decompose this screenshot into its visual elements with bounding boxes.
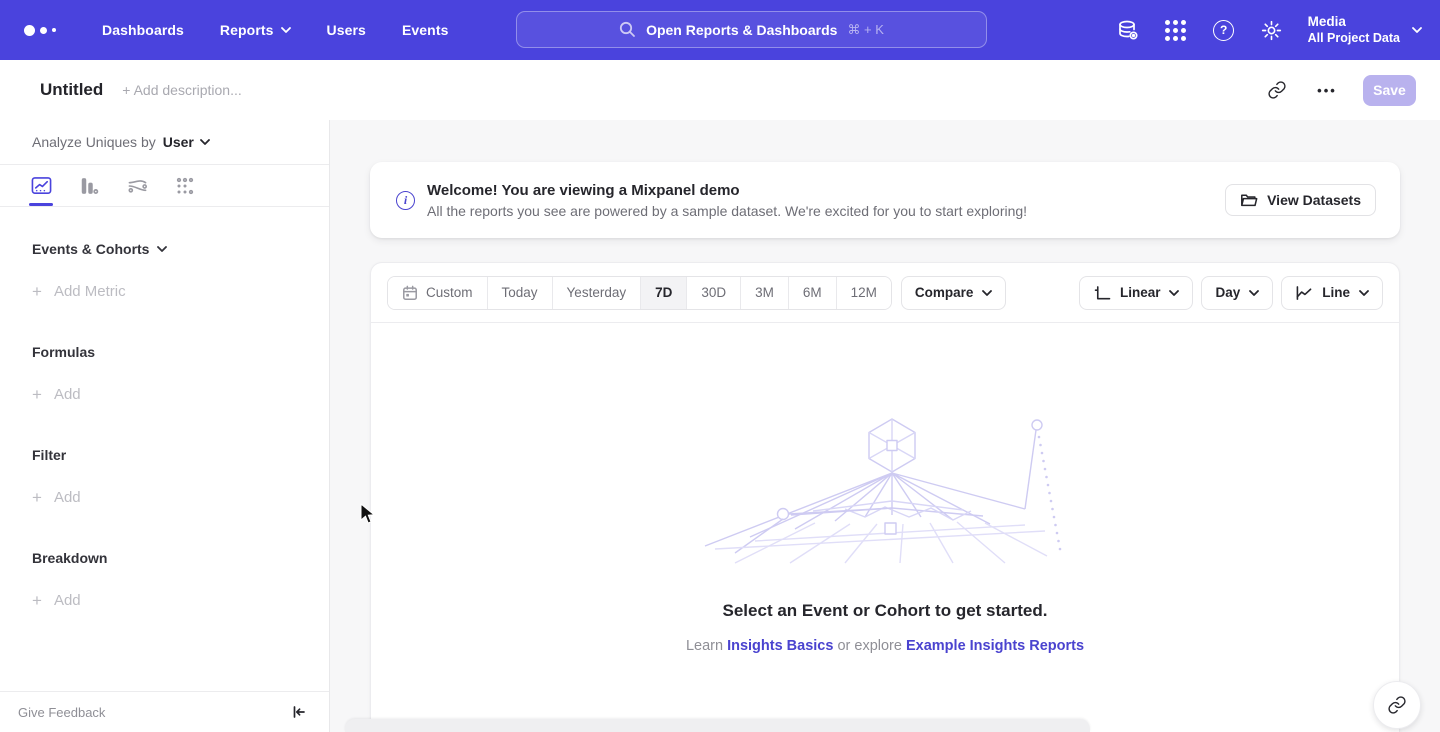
line-chart-icon bbox=[31, 176, 52, 196]
range-custom[interactable]: Custom bbox=[388, 277, 488, 309]
add-breakdown-button[interactable]: + Add bbox=[32, 592, 297, 609]
tab-line-chart[interactable] bbox=[30, 165, 52, 206]
chevron-down-icon bbox=[200, 139, 210, 145]
range-yesterday[interactable]: Yesterday bbox=[553, 277, 642, 309]
nav-events[interactable]: Events bbox=[402, 22, 449, 38]
analyze-by-dropdown[interactable]: User bbox=[163, 134, 210, 150]
breakdown-header: Breakdown bbox=[32, 550, 297, 566]
empty-state-illustration bbox=[695, 413, 1075, 565]
apps-grid-icon[interactable] bbox=[1164, 18, 1188, 42]
more-options-button[interactable]: ••• bbox=[1313, 76, 1341, 104]
project-name: Media bbox=[1308, 14, 1400, 31]
nav-dashboards[interactable]: Dashboards bbox=[102, 22, 184, 38]
range-30d[interactable]: 30D bbox=[687, 277, 741, 309]
link-icon bbox=[1387, 695, 1407, 715]
add-metric-button[interactable]: + Add Metric bbox=[32, 283, 297, 300]
events-cohorts-header[interactable]: Events & Cohorts bbox=[32, 241, 297, 257]
sidebar-footer: Give Feedback bbox=[0, 691, 329, 732]
chevron-down-icon bbox=[1249, 290, 1259, 296]
nav-right-cluster: ? Media All Project Data bbox=[1116, 0, 1422, 60]
flow-sankey-icon bbox=[127, 176, 148, 196]
banner-subtitle: All the reports you see are powered by a… bbox=[427, 203, 1027, 219]
search-placeholder: Open Reports & Dashboards bbox=[646, 22, 837, 38]
project-switcher[interactable]: Media All Project Data bbox=[1308, 14, 1422, 47]
chevron-down-icon bbox=[1412, 27, 1422, 33]
report-canvas: i Welcome! You are viewing a Mixpanel de… bbox=[330, 120, 1440, 732]
help-icon[interactable]: ? bbox=[1212, 18, 1236, 42]
nav-reports[interactable]: Reports bbox=[220, 22, 291, 38]
compare-dropdown[interactable]: Compare bbox=[901, 276, 1007, 310]
range-6m[interactable]: 6M bbox=[789, 277, 837, 309]
example-insights-reports-link[interactable]: Example Insights Reports bbox=[906, 638, 1084, 654]
main-nav: Dashboards Reports Users Events bbox=[102, 22, 448, 38]
chevron-down-icon bbox=[281, 27, 291, 33]
formulas-header: Formulas bbox=[32, 344, 297, 360]
view-datasets-button[interactable]: View Datasets bbox=[1225, 184, 1376, 216]
filter-header: Filter bbox=[32, 447, 297, 463]
analyze-label: Analyze Uniques by bbox=[32, 134, 156, 150]
data-management-icon[interactable] bbox=[1116, 18, 1140, 42]
range-12m[interactable]: 12M bbox=[837, 277, 891, 309]
report-actions: ••• Save bbox=[1263, 75, 1416, 106]
calendar-icon bbox=[402, 285, 418, 301]
query-builder-sidebar: Analyze Uniques by User Events & Cohorts bbox=[0, 120, 330, 732]
add-formula-button[interactable]: + Add bbox=[32, 386, 297, 403]
query-sections: Events & Cohorts + Add Metric Formulas +… bbox=[0, 241, 329, 609]
add-filter-button[interactable]: + Add bbox=[32, 489, 297, 506]
collapse-sidebar-icon[interactable] bbox=[291, 704, 307, 720]
share-link-fab[interactable] bbox=[1373, 681, 1421, 729]
folder-icon bbox=[1240, 192, 1258, 208]
tab-flow-chart[interactable] bbox=[126, 165, 148, 206]
empty-state-title: Select an Event or Cohort to get started… bbox=[723, 601, 1048, 621]
metrics-dots-icon bbox=[175, 176, 195, 196]
copy-link-icon[interactable] bbox=[1263, 76, 1291, 104]
tab-metrics-grid[interactable] bbox=[174, 165, 196, 206]
empty-state-subtitle: Learn Insights Basics or explore Example… bbox=[686, 638, 1084, 654]
linear-axis-icon bbox=[1093, 285, 1111, 301]
chevron-down-icon bbox=[157, 246, 167, 252]
bar-chart-icon bbox=[79, 176, 99, 196]
insights-chart-card: Custom Today Yesterday 7D 30D 3M 6M 12M … bbox=[370, 262, 1400, 732]
range-today[interactable]: Today bbox=[488, 277, 553, 309]
save-button[interactable]: Save bbox=[1363, 75, 1416, 106]
empty-state: Select an Event or Cohort to get started… bbox=[371, 413, 1399, 654]
chart-toolbar: Custom Today Yesterday 7D 30D 3M 6M 12M … bbox=[371, 263, 1399, 323]
search-icon bbox=[619, 21, 636, 38]
settings-gear-icon[interactable] bbox=[1260, 18, 1284, 42]
give-feedback-link[interactable]: Give Feedback bbox=[18, 705, 105, 720]
chevron-down-icon bbox=[1169, 290, 1179, 296]
demo-welcome-banner: i Welcome! You are viewing a Mixpanel de… bbox=[370, 162, 1400, 238]
nav-users[interactable]: Users bbox=[327, 22, 366, 38]
global-search-input[interactable]: Open Reports & Dashboards ⌘ + K bbox=[516, 11, 987, 48]
top-nav: Dashboards Reports Users Events Open Rep… bbox=[0, 0, 1440, 60]
insights-basics-link[interactable]: Insights Basics bbox=[727, 638, 833, 654]
banner-title: Welcome! You are viewing a Mixpanel demo bbox=[427, 182, 1027, 199]
mixpanel-logo-dots-icon[interactable] bbox=[24, 25, 80, 36]
chart-type-dropdown[interactable]: Line bbox=[1281, 276, 1383, 310]
chevron-down-icon bbox=[1359, 290, 1369, 296]
project-data-scope: All Project Data bbox=[1308, 31, 1400, 47]
chevron-down-icon bbox=[982, 290, 992, 296]
range-7d[interactable]: 7D bbox=[641, 277, 687, 309]
tab-bar-chart[interactable] bbox=[78, 165, 100, 206]
date-range-group: Custom Today Yesterday 7D 30D 3M 6M 12M bbox=[387, 276, 892, 310]
report-title[interactable]: Untitled bbox=[40, 80, 103, 100]
interval-dropdown[interactable]: Day bbox=[1201, 276, 1273, 310]
analyze-uniques-row: Analyze Uniques by User bbox=[0, 120, 329, 165]
report-description-placeholder[interactable]: + Add description... bbox=[122, 82, 241, 98]
visualization-tabs bbox=[0, 165, 329, 207]
report-header: Untitled + Add description... ••• Save bbox=[0, 60, 1440, 120]
info-icon: i bbox=[396, 191, 415, 210]
lower-panel-edge bbox=[345, 719, 1090, 732]
line-type-icon bbox=[1295, 285, 1313, 301]
range-3m[interactable]: 3M bbox=[741, 277, 789, 309]
search-shortcut: ⌘ + K bbox=[847, 22, 884, 38]
scale-dropdown[interactable]: Linear bbox=[1079, 276, 1194, 310]
